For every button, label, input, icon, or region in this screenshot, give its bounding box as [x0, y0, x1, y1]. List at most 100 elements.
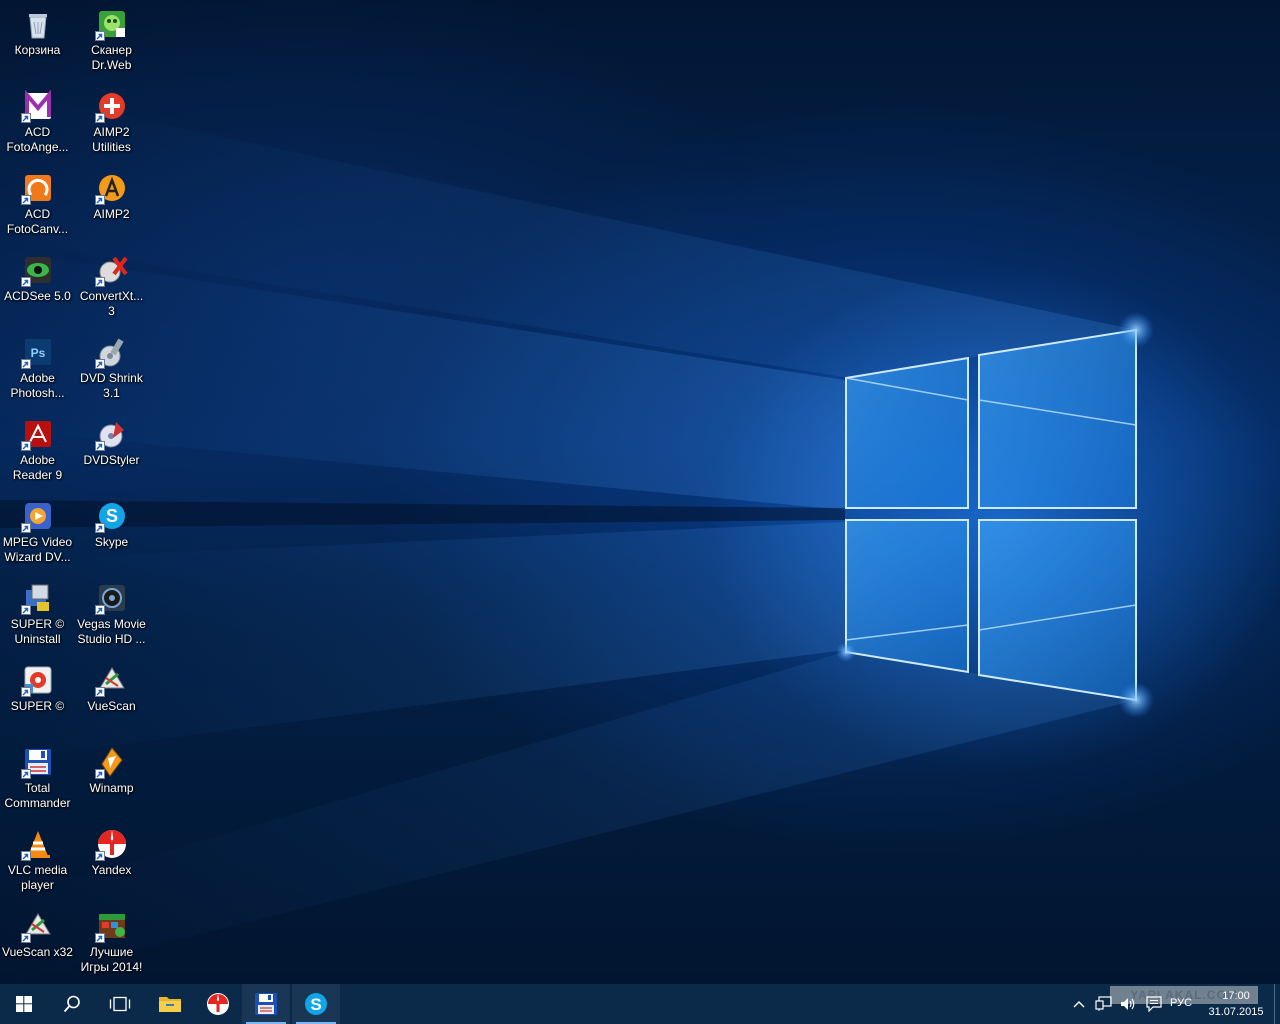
desktop[interactable]: Корзина Сканер Dr.Web ACD FotoAnge... AIMP2…	[0, 0, 1280, 984]
shortcut-arrow-icon	[20, 687, 31, 697]
windows-logo-wallpaper	[0, 90, 1154, 984]
desktop-icon-photoshop[interactable]: Ps Adobe Photosh...	[0, 330, 75, 410]
desktop-icon-acd-fotoangelo[interactable]: ACD FotoAnge...	[0, 84, 75, 164]
desktop-icon-adobe-reader[interactable]: Adobe Reader 9	[0, 412, 75, 492]
desktop-icon-acd-fotocanvas[interactable]: ACD FotoCanv...	[0, 166, 75, 246]
desktop-icon-label: ACD FotoCanv...	[6, 207, 69, 236]
search-button[interactable]	[48, 984, 96, 1024]
desktop-icon-label: Total Commander	[4, 781, 71, 810]
shortcut-arrow-icon	[20, 605, 31, 615]
desktop-icon-label: VueScan	[87, 699, 136, 713]
shortcut-arrow-icon	[20, 523, 31, 533]
desktop-icon-label: Vegas Movie Studio HD ...	[77, 617, 146, 646]
vegas-movie-studio-icon	[94, 582, 128, 615]
desktop-icon-label: VueScan x32	[2, 945, 73, 959]
clock-time: 17:00	[1222, 990, 1250, 1002]
desktop-icon-label: Winamp	[89, 781, 134, 795]
shortcut-arrow-icon	[94, 605, 105, 615]
aimp2-icon	[94, 172, 128, 205]
file-explorer-button[interactable]	[146, 984, 194, 1024]
desktop-icon-vuescan[interactable]: VueScan	[74, 658, 149, 738]
volume-button[interactable]	[1120, 996, 1138, 1012]
desktop-icon-label: VLC media player	[7, 863, 68, 892]
desktop-icon-dvdstyler[interactable]: DVDStyler	[74, 412, 149, 492]
aimp2-utilities-icon	[94, 90, 128, 123]
recycle-bin-icon	[22, 8, 54, 40]
start-button[interactable]	[0, 984, 48, 1024]
desktop-icon-skype[interactable]: S Skype	[74, 494, 149, 574]
desktop-icon-label: AIMP2 Utilities	[92, 125, 131, 154]
desktop-icon-vuescan-x32[interactable]: VueScan x32	[0, 904, 75, 984]
desktop-icon-dvd-shrink[interactable]: DVD Shrink 3.1	[74, 330, 149, 410]
shortcut-arrow-icon	[94, 523, 105, 533]
acdsee-icon	[20, 254, 54, 287]
shortcut-arrow-icon	[94, 851, 105, 861]
photoshop-icon: Ps	[20, 336, 54, 369]
yandex-taskbar-button[interactable]	[194, 984, 242, 1024]
skype-taskbar-button[interactable]: S	[292, 984, 340, 1024]
desktop-icon-label: Skype	[94, 535, 129, 549]
skype-icon: S	[94, 500, 128, 533]
desktop-icon-drweb-scanner[interactable]: Сканер Dr.Web	[74, 2, 149, 82]
desktop-icon-best-games[interactable]: Лучшие Игры 2014!	[74, 904, 149, 984]
clock-date: 31.07.2015	[1208, 1006, 1264, 1018]
desktop-icon-total-commander[interactable]: Total Commander	[0, 740, 75, 820]
shortcut-arrow-icon	[94, 769, 105, 779]
total-commander-taskbar-button[interactable]	[242, 984, 290, 1024]
desktop-icon-label: DVDStyler	[83, 453, 140, 467]
shortcut-arrow-icon	[20, 933, 31, 943]
desktop-icon-aimp2[interactable]: AIMP2	[74, 166, 149, 246]
svg-text:S: S	[105, 506, 117, 526]
total-commander-icon	[20, 746, 54, 779]
yandex-browser-icon	[207, 993, 229, 1015]
svg-text:Ps: Ps	[30, 346, 45, 360]
desktop-icon-acdsee[interactable]: ACDSee 5.0	[0, 248, 75, 328]
desktop-icon-mpeg-video-wizard[interactable]: MPEG Video Wizard DV...	[0, 494, 75, 574]
desktop-icon-yandex-browser[interactable]: Yandex	[74, 822, 149, 902]
desktop-icon-label: Сканер Dr.Web	[91, 43, 132, 72]
desktop-icon-vegas-movie-studio[interactable]: Vegas Movie Studio HD ...	[74, 576, 149, 656]
shortcut-arrow-icon	[94, 113, 105, 123]
desktop-icon-label: Adobe Reader 9	[12, 453, 63, 482]
action-center-button[interactable]	[1145, 996, 1163, 1012]
drweb-scanner-icon	[94, 8, 128, 41]
input-language-indicator[interactable]: РУС	[1170, 997, 1192, 1009]
yandex-browser-icon	[94, 828, 128, 861]
super-icon	[20, 664, 54, 697]
adobe-reader-icon	[20, 418, 54, 451]
shortcut-arrow-icon	[94, 687, 105, 697]
dvd-shrink-icon	[94, 336, 128, 369]
desktop-icon-label: Корзина	[14, 43, 61, 57]
desktop-icon-label: Лучшие Игры 2014!	[80, 945, 143, 974]
vuescan-icon	[94, 664, 128, 697]
clock[interactable]: 17:00 31.07.2015	[1204, 988, 1268, 1020]
desktop-icon-vlc[interactable]: VLC media player	[0, 822, 75, 902]
shortcut-arrow-icon	[20, 195, 31, 205]
windows-logo-icon	[16, 996, 32, 1012]
winamp-icon	[94, 746, 128, 779]
shortcut-arrow-icon	[94, 195, 105, 205]
shortcut-arrow-icon	[20, 359, 31, 369]
shortcut-arrow-icon	[20, 769, 31, 779]
desktop-icon-super-uninstall[interactable]: SUPER © Uninstall	[0, 576, 75, 656]
desktop-icon-label: DVD Shrink 3.1	[80, 371, 143, 400]
network-icon	[1095, 996, 1112, 1011]
desktop-icon-aimp2-utilities[interactable]: AIMP2 Utilities	[74, 84, 149, 164]
show-hidden-icons-button[interactable]	[1072, 996, 1086, 1012]
convertxtodvd-icon	[94, 254, 128, 287]
desktop-icon-convertxtodvd[interactable]: ConvertXt... 3	[74, 248, 149, 328]
volume-icon	[1121, 998, 1135, 1010]
task-view-button[interactable]	[96, 984, 144, 1024]
desktop-icon-winamp[interactable]: Winamp	[74, 740, 149, 820]
shortcut-arrow-icon	[94, 933, 105, 943]
desktop-icon-super[interactable]: SUPER ©	[0, 658, 75, 738]
floppy-disk-icon	[255, 993, 277, 1015]
show-desktop-button[interactable]	[1274, 984, 1280, 1024]
svg-text:S: S	[310, 995, 321, 1014]
desktop-icon-recycle-bin[interactable]: Корзина	[0, 2, 75, 82]
desktop-icon-label: Yandex	[91, 863, 132, 877]
network-button[interactable]	[1095, 996, 1113, 1012]
desktop-icon-label: ConvertXt... 3	[79, 289, 144, 318]
acd-fotocanvas-icon	[20, 172, 54, 205]
shortcut-arrow-icon	[94, 441, 105, 451]
